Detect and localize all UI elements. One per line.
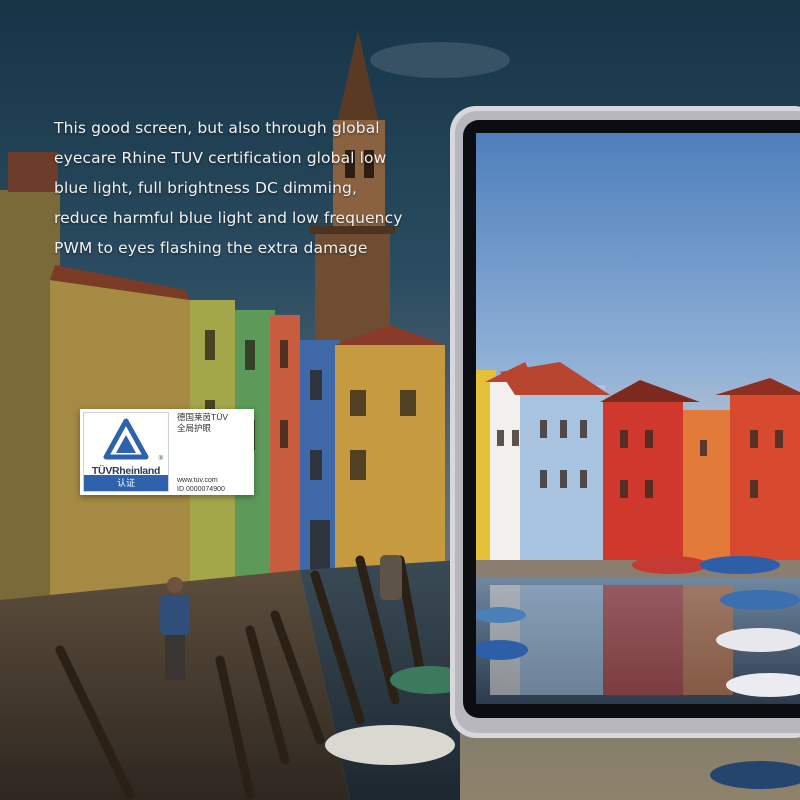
headline-line-4: reduce harmful blue light and low freque…	[54, 209, 403, 227]
badge-title-line-1: 德国莱茵TÜV	[177, 412, 229, 422]
headline-text: This good screen, but also through globa…	[54, 113, 434, 263]
headline-line-3: blue light, full brightness DC dimming,	[54, 179, 357, 197]
tablet-screen	[476, 133, 800, 704]
headline-line-2: eyecare Rhine TUV certification global l…	[54, 149, 387, 167]
badge-id: ID 0000074900	[177, 486, 225, 493]
headline-line-5: PWM to eyes flashing the extra damage	[54, 239, 368, 257]
tuv-certification-badge: ® TÜVRheinland 认证 德国莱茵TÜV 全局护眼 www.tuv.c…	[80, 409, 254, 495]
tuv-rheinland-logo: ® TÜVRheinland 认证	[83, 412, 169, 492]
badge-title-line-2: 全局护眼	[177, 423, 212, 433]
headline-line-1: This good screen, but also through globa…	[54, 119, 380, 137]
badge-url: www.tuv.com	[177, 477, 218, 484]
tuv-cert-label: 认证	[84, 475, 168, 491]
registered-mark: ®	[158, 456, 163, 462]
